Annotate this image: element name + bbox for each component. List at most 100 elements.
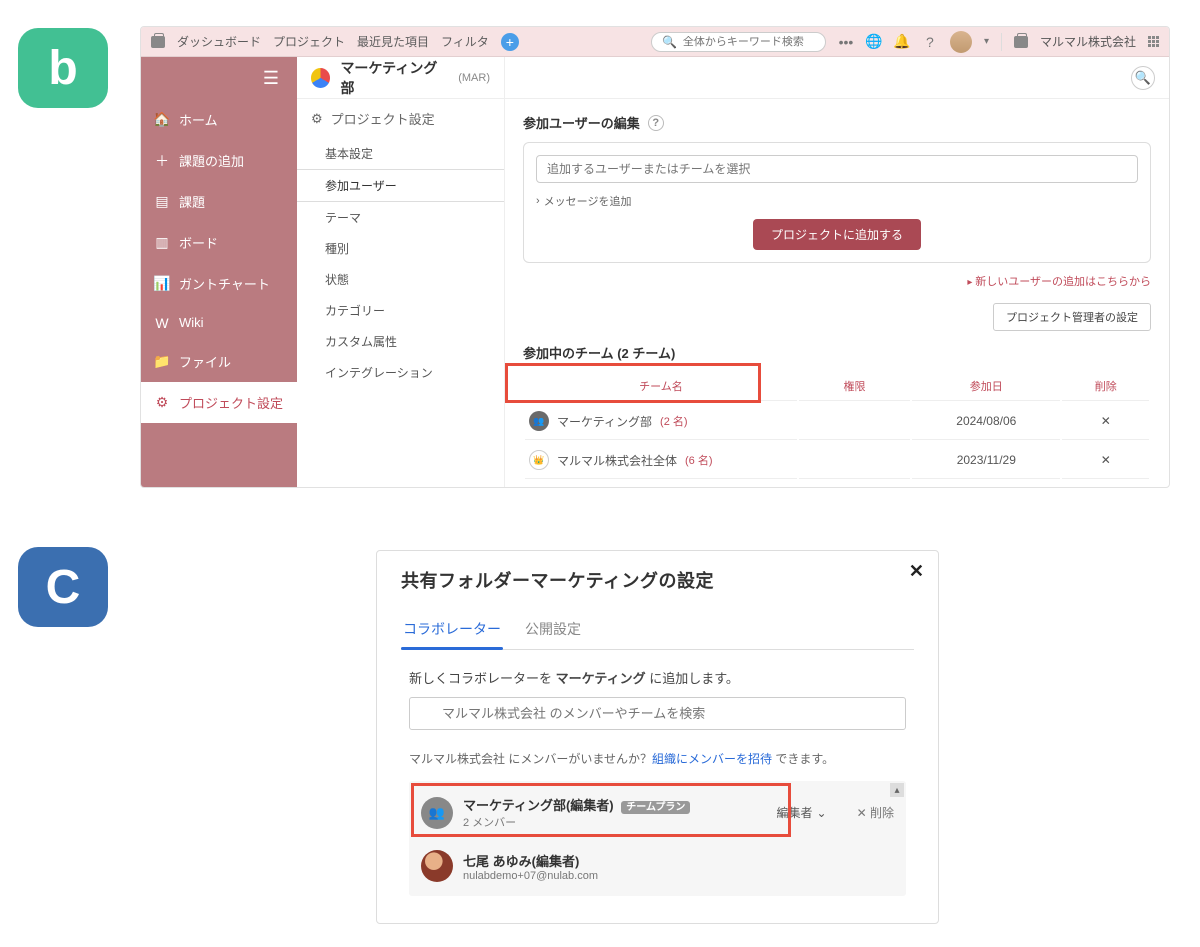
th-delete: 削除	[1062, 372, 1149, 401]
add-message-link[interactable]: ›メッセージを追加	[536, 193, 1138, 209]
settings-item-category[interactable]: カテゴリー	[297, 295, 504, 326]
modal-title: 共有フォルダーマーケティングの設定	[401, 567, 914, 593]
member-row: 👥 マーケティング部(編集者) チームプラン 2 メンバー 編集者⌄ ✕ 削除	[413, 785, 902, 840]
nav-wiki[interactable]: WWiki	[141, 304, 297, 341]
tab-collaborator[interactable]: コラボレーター	[401, 613, 503, 649]
user-avatar[interactable]	[950, 31, 972, 53]
gantt-icon: 📊	[155, 277, 169, 291]
nav-issues[interactable]: ▤課題	[141, 181, 297, 222]
add-user-box: ›メッセージを追加 プロジェクトに追加する	[523, 142, 1151, 263]
tab-publish[interactable]: 公開設定	[523, 613, 583, 649]
nav-gantt[interactable]: 📊ガントチャート	[141, 263, 297, 304]
member-name: マーケティング部(編集者) チームプラン	[463, 795, 767, 814]
project-code: (MAR)	[458, 72, 490, 84]
help-icon[interactable]: ?	[922, 34, 938, 50]
topnav-dashboard[interactable]: ダッシュボード	[177, 33, 261, 50]
gear-icon: ⚙	[155, 396, 169, 410]
project-title: マーケティング部	[340, 58, 448, 98]
home-icon: 🏠	[155, 113, 169, 127]
new-user-link[interactable]: 新しいユーザーの追加はこちらから	[523, 273, 1151, 289]
globe-icon[interactable]: 🌐	[866, 34, 882, 50]
teams-table: チーム名 権限 参加日 削除 👥マーケティング部 (2 名) 2024/08/0…	[523, 370, 1151, 481]
scroll-up-icon[interactable]: ▴	[890, 783, 904, 797]
app-backlog-window: ダッシュボード プロジェクト 最近見た項目 フィルタ + 🔍 ••• 🌐 🔔 ?…	[140, 26, 1170, 488]
add-collab-text: 新しくコラボレーターを マーケティング に追加します。	[409, 668, 906, 687]
section-title: 参加ユーザーの編集 ?	[523, 113, 1151, 132]
plus-icon: ＋	[155, 154, 169, 168]
global-search[interactable]: 🔍	[651, 32, 826, 52]
team-cell[interactable]: 👥マーケティング部 (2 名)	[529, 411, 793, 431]
settings-item-type[interactable]: 種別	[297, 233, 504, 264]
search-icon: 🔍	[662, 35, 677, 49]
member-row: 七尾 あゆみ(編集者) nulabdemo+07@nulab.com	[413, 840, 902, 892]
avatar-caret-icon[interactable]: ▾	[984, 36, 989, 47]
teams-header: 参加中のチーム (2 チーム)	[523, 343, 1151, 362]
member-sub: nulabdemo+07@nulab.com	[463, 870, 894, 882]
org-briefcase-icon	[1014, 36, 1028, 48]
settings-column: マーケティング部 (MAR) ⚙ プロジェクト設定 基本設定 参加ユーザー テー…	[297, 57, 505, 488]
role-select[interactable]: 編集者⌄	[777, 804, 827, 821]
settings-item-custom[interactable]: カスタム属性	[297, 326, 504, 357]
global-search-input[interactable]	[683, 36, 823, 48]
more-icon[interactable]: •••	[838, 34, 854, 50]
team-avatar-icon: 👑	[529, 450, 549, 470]
add-to-project-button[interactable]: プロジェクトに追加する	[753, 219, 921, 250]
nav-file[interactable]: 📁ファイル	[141, 341, 297, 382]
add-plus-button[interactable]: +	[501, 33, 519, 51]
settings-item-integration[interactable]: インテグレーション	[297, 357, 504, 388]
table-row: 👑マルマル株式会社全体 (6 名) 2023/11/29 ✕	[525, 442, 1149, 479]
add-user-input[interactable]	[536, 155, 1138, 183]
sub-header: 🔍	[505, 57, 1169, 99]
folder-icon: 📁	[155, 355, 169, 369]
board-icon: ▥	[155, 236, 169, 250]
marker-badge-c: C	[18, 547, 108, 627]
remove-member-button[interactable]: ✕ 削除	[857, 804, 894, 821]
settings-header: ⚙ プロジェクト設定	[297, 99, 504, 138]
settings-item-basic[interactable]: 基本設定	[297, 138, 504, 169]
topnav-recent[interactable]: 最近見た項目	[357, 33, 429, 50]
nav-project-settings[interactable]: ⚙プロジェクト設定	[141, 382, 297, 423]
team-avatar-icon: 👥	[529, 411, 549, 431]
th-team: チーム名	[525, 372, 797, 401]
delete-team-button[interactable]: ✕	[1062, 442, 1149, 479]
th-perm: 権限	[799, 372, 910, 401]
settings-item-users[interactable]: 参加ユーザー	[297, 169, 504, 202]
settings-list: 基本設定 参加ユーザー テーマ 種別 状態 カテゴリー カスタム属性 インテグレ…	[297, 138, 504, 388]
org-name[interactable]: マルマル株式会社	[1040, 33, 1136, 50]
invite-text: マルマル株式会社 にメンバーがいませんか？組織にメンバーを招待 できます。	[409, 750, 906, 767]
team-cell[interactable]: 👑マルマル株式会社全体 (6 名)	[529, 450, 793, 470]
divider	[1001, 33, 1002, 51]
briefcase-icon[interactable]	[151, 36, 165, 48]
settings-item-theme[interactable]: テーマ	[297, 202, 504, 233]
plan-badge: チームプラン	[621, 801, 690, 814]
nav-add-issue[interactable]: ＋課題の追加	[141, 140, 297, 181]
marker-badge-b: b	[18, 28, 108, 108]
wiki-icon: W	[155, 316, 169, 330]
left-nav: ☰ 🏠ホーム ＋課題の追加 ▤課題 ▥ボード 📊ガントチャート WWiki 📁フ…	[141, 57, 297, 488]
list-icon: ▤	[155, 195, 169, 209]
member-sub: 2 メンバー	[463, 814, 767, 830]
nav-home[interactable]: 🏠ホーム	[141, 99, 297, 140]
collab-search-input[interactable]	[409, 697, 906, 730]
search-in-project-icon[interactable]: 🔍	[1131, 66, 1155, 90]
project-admin-button[interactable]: プロジェクト管理者の設定	[993, 303, 1151, 331]
project-header: マーケティング部 (MAR)	[297, 57, 504, 99]
delete-team-button[interactable]: ✕	[1062, 403, 1149, 440]
bell-icon[interactable]: 🔔	[894, 34, 910, 50]
topnav-filter[interactable]: フィルタ	[441, 33, 489, 50]
close-button[interactable]: ✕	[909, 561, 924, 582]
app-cacoo-modal: ✕ 共有フォルダーマーケティングの設定 コラボレーター 公開設定 新しくコラボレ…	[376, 550, 939, 924]
th-date: 参加日	[912, 372, 1060, 401]
app-grid-icon[interactable]	[1148, 36, 1159, 47]
gear-icon: ⚙	[311, 111, 323, 127]
main-content: 🔍 参加ユーザーの編集 ? ›メッセージを追加 プロジェクトに追加する 新しいユ…	[505, 57, 1169, 488]
project-icon	[311, 68, 330, 88]
invite-link[interactable]: 組織にメンバーを招待	[652, 752, 772, 766]
menu-toggle-icon[interactable]: ☰	[141, 57, 297, 99]
tabs: コラボレーター 公開設定	[401, 613, 914, 650]
topnav-project[interactable]: プロジェクト	[273, 33, 345, 50]
help-icon[interactable]: ?	[648, 115, 664, 131]
settings-item-status[interactable]: 状態	[297, 264, 504, 295]
nav-board[interactable]: ▥ボード	[141, 222, 297, 263]
table-row: 👥マーケティング部 (2 名) 2024/08/06 ✕	[525, 403, 1149, 440]
